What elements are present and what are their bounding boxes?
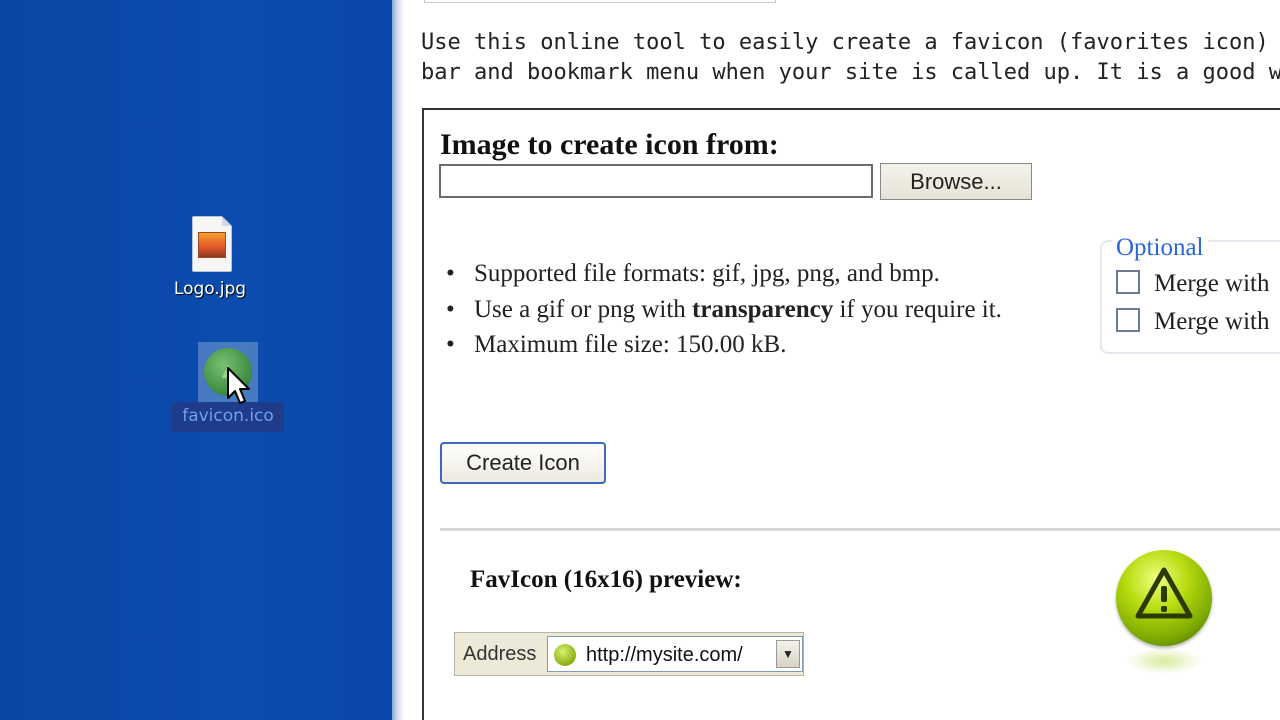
image-file-icon [188, 216, 232, 272]
desktop: Logo.jpg favicon.ico [0, 0, 392, 720]
desktop-icon-label: Logo.jpg [173, 279, 247, 299]
section-divider [440, 528, 1280, 531]
desktop-icon-label: favicon.ico [172, 402, 284, 432]
image-file-input[interactable] [439, 164, 873, 198]
address-url: http://mysite.com/ [586, 644, 743, 666]
merge-checkbox-2[interactable] [1116, 308, 1140, 333]
optional-fieldset: Optional Merge with Merge with [1100, 234, 1280, 354]
create-icon-button[interactable]: Create Icon [440, 442, 606, 484]
address-bar-preview: Address http://mysite.com/ ▼ [454, 632, 804, 676]
list-item: • Supported file formats: gif, jpg, png, … [446, 260, 940, 287]
preview-title: FavIcon (16x16) preview: [470, 566, 742, 593]
chevron-down-icon[interactable]: ▼ [776, 640, 800, 668]
favicon-form-panel: Image to create icon from: Browse... • Su… [422, 108, 1280, 720]
icon-reflection [1126, 648, 1202, 674]
merge-checkbox-1[interactable] [1116, 270, 1140, 295]
requirements-list: • Supported file formats: gif, jpg, png, … [446, 256, 1002, 363]
warning-icon [1116, 550, 1212, 646]
address-label: Address [463, 643, 537, 665]
favicon-preview-icon [554, 644, 576, 666]
merge-option-1[interactable]: Merge with [1116, 270, 1270, 298]
browser-page: Use this online tool to easily create a … [404, 0, 1280, 720]
optional-legend: Optional [1112, 234, 1208, 262]
list-item: • Use a gif or png with transparency if y… [446, 295, 1002, 323]
merge-option-2[interactable]: Merge with [1116, 308, 1270, 336]
top-field-edge [424, 0, 776, 3]
list-item: • Maximum file size: 150.00 kB. [446, 331, 787, 358]
address-field[interactable]: http://mysite.com/ ▼ [547, 636, 803, 672]
window-border [392, 0, 404, 720]
browse-button[interactable]: Browse... [880, 163, 1032, 200]
desktop-icon-logo[interactable]: Logo.jpg [150, 216, 270, 300]
form-title: Image to create icon from: [440, 128, 779, 161]
intro-text: Use this online tool to easily create a … [421, 30, 1280, 85]
